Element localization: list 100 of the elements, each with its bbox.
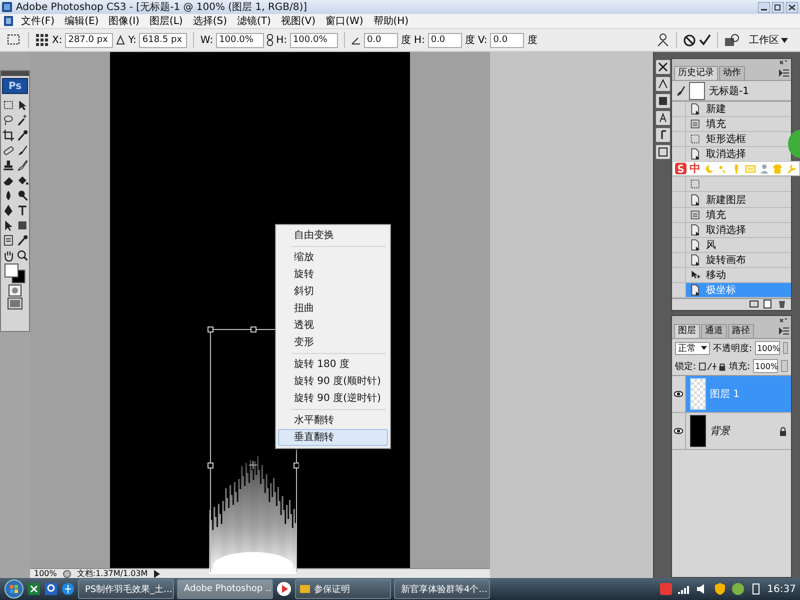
shape-icon[interactable] — [16, 219, 28, 232]
shield-icon[interactable] — [713, 582, 728, 596]
panel-dock-icon[interactable] — [656, 60, 670, 74]
menu-item[interactable]: 编辑(E) — [62, 14, 101, 28]
media-player-icon[interactable] — [276, 581, 292, 597]
status-info-icon[interactable] — [62, 570, 71, 578]
menu-item[interactable]: 斜切 — [278, 283, 388, 300]
magic-wand-icon[interactable] — [16, 114, 28, 127]
input-mode-label[interactable]: 中 — [690, 161, 701, 176]
close-icon[interactable] — [786, 2, 798, 12]
panel-dock-icon[interactable] — [656, 128, 670, 142]
menu-item[interactable]: 水平翻转 — [278, 412, 388, 429]
globe-icon[interactable] — [61, 582, 75, 596]
history-state[interactable]: 新建图层 — [672, 192, 791, 208]
menu-item[interactable]: 旋转 — [278, 266, 388, 283]
visibility-toggle[interactable] — [672, 376, 686, 412]
bandage-icon[interactable] — [2, 144, 14, 157]
reference-point-icon[interactable] — [35, 33, 49, 47]
panel-dock-icon[interactable] — [656, 111, 670, 125]
menu-item[interactable]: 图像(I) — [106, 14, 142, 28]
commit-checkmark-icon[interactable] — [699, 34, 711, 46]
spreadsheet-icon[interactable] — [27, 582, 41, 596]
input-field[interactable]: 0.0 — [364, 32, 398, 48]
history-brush-icon[interactable] — [16, 159, 28, 172]
new-document-icon[interactable] — [763, 299, 773, 310]
note-icon[interactable] — [2, 234, 14, 247]
history-state[interactable]: 旋转画布 — [672, 252, 791, 268]
menu-item[interactable]: 文件(F) — [19, 14, 57, 28]
history-state[interactable]: 填充 — [672, 117, 791, 132]
snapshot-icon[interactable] — [749, 299, 759, 310]
input-field[interactable]: 0.0 — [490, 32, 524, 48]
brush-icon[interactable] — [16, 144, 28, 157]
taskbar-button[interactable]: 新官享体验群等4个... — [394, 579, 490, 599]
panel-tab[interactable]: 图层 — [674, 324, 700, 338]
history-state[interactable]: 取消选择 — [672, 222, 791, 238]
menu-item[interactable]: 旋转 90 度(顺时针) — [278, 373, 388, 390]
restore-icon[interactable] — [772, 2, 784, 12]
crop-icon[interactable] — [2, 129, 14, 142]
panel-tab[interactable]: 动作 — [719, 66, 745, 80]
menu-item[interactable]: 滤镜(T) — [234, 14, 273, 28]
lasso-icon[interactable] — [2, 114, 14, 127]
menu-item[interactable]: 窗口(W) — [324, 14, 366, 28]
warp-mode-icon[interactable] — [656, 33, 670, 47]
history-state[interactable]: 新建 — [672, 102, 791, 118]
panel-tab[interactable]: 历史记录 — [674, 66, 718, 80]
trash-icon[interactable] — [777, 299, 787, 310]
workspace-button[interactable]: 工作区 — [743, 32, 794, 48]
start-button-icon[interactable] — [4, 579, 24, 599]
eyedropper-icon[interactable] — [16, 129, 28, 142]
menu-item[interactable]: 图层(L) — [147, 14, 185, 28]
panel-dock-icon[interactable] — [656, 77, 670, 91]
panel-dock-icon[interactable] — [656, 94, 670, 108]
fill-field[interactable]: 100% — [753, 359, 778, 373]
taskbar-button[interactable]: PS制作羽毛效果_土... — [78, 579, 174, 599]
eraser-icon[interactable] — [2, 174, 14, 187]
flag-icon[interactable] — [731, 582, 746, 596]
input-field[interactable]: 100.0% — [290, 32, 338, 48]
menu-item[interactable]: 视图(V) — [278, 14, 318, 28]
paint-bucket-icon[interactable] — [16, 174, 28, 187]
panel-menu-icon[interactable] — [779, 327, 789, 335]
pen-icon[interactable] — [2, 204, 14, 217]
input-method-icon[interactable] — [659, 582, 674, 596]
dodge-icon[interactable] — [16, 189, 28, 202]
zoom-icon[interactable] — [16, 249, 28, 262]
menu-item[interactable]: 垂直翻转 — [278, 429, 388, 446]
input-field[interactable]: 0.0 — [428, 32, 462, 48]
menu-item[interactable]: 自由变换 — [278, 227, 388, 244]
panel-tab[interactable]: 路径 — [728, 324, 754, 338]
quick-mask-icon[interactable] — [8, 284, 22, 297]
panel-menu-icon[interactable] — [779, 69, 789, 78]
marquee-tool-icon[interactable] — [6, 33, 22, 47]
menu-item[interactable]: 变形 — [278, 334, 388, 351]
layer-row[interactable]: 背景 — [672, 413, 791, 450]
taskbar-button[interactable]: 参保证明 — [295, 579, 391, 599]
menu-item[interactable]: 透视 — [278, 317, 388, 334]
history-state[interactable]: 风 — [672, 238, 791, 253]
panel-dock-icon[interactable] — [656, 145, 670, 159]
collapse-icon[interactable] — [779, 318, 788, 322]
marquee-icon[interactable] — [2, 99, 14, 112]
color-swatches-icon[interactable] — [3, 262, 27, 284]
opacity-field[interactable]: 100% — [755, 341, 780, 355]
link-icon[interactable] — [267, 34, 274, 46]
type-icon[interactable] — [16, 204, 28, 217]
play-icon[interactable] — [154, 570, 160, 578]
lock-options-icon[interactable] — [699, 362, 726, 370]
input-field[interactable]: 287.0 px — [65, 32, 114, 48]
stamp-icon[interactable] — [2, 159, 14, 172]
menu-item[interactable]: 扭曲 — [278, 300, 388, 317]
input-method-logo-icon[interactable] — [675, 161, 687, 176]
menu-item[interactable]: 帮助(H) — [371, 14, 411, 28]
visibility-toggle[interactable] — [672, 413, 686, 449]
minimize-icon[interactable] — [758, 2, 770, 12]
cancel-icon[interactable] — [683, 34, 696, 46]
menu-item[interactable]: 缩放 — [278, 249, 388, 266]
hand-icon[interactable] — [2, 249, 14, 262]
menu-item[interactable]: 旋转 90 度(逆时针) — [278, 390, 388, 407]
delta-icon[interactable] — [116, 35, 126, 45]
document-icon[interactable] — [44, 582, 58, 596]
eyedropper-icon[interactable] — [16, 234, 28, 247]
panel-tab[interactable]: 通道 — [701, 324, 727, 338]
